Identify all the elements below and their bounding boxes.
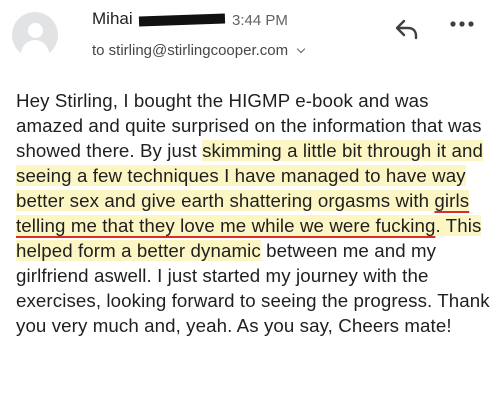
avatar-head	[28, 23, 43, 38]
sender-first-name: Mihai	[92, 9, 133, 28]
email-body: Hey Stirling, I bought the HIGMP e-book …	[16, 88, 496, 338]
sender-name[interactable]: Mihai	[92, 9, 226, 29]
email-time: 3:44 PM	[232, 12, 288, 29]
avatar-body	[21, 40, 49, 58]
more-options-icon[interactable]	[450, 20, 474, 28]
recipient-details-toggle[interactable]: to stirling@stirlingcooper.com	[92, 42, 306, 59]
chevron-down-icon	[297, 44, 306, 54]
redaction-mark	[139, 13, 226, 27]
recipient-line: to stirling@stirlingcooper.com	[92, 42, 289, 59]
sender-avatar[interactable]	[12, 12, 58, 58]
reply-icon[interactable]	[394, 18, 420, 40]
